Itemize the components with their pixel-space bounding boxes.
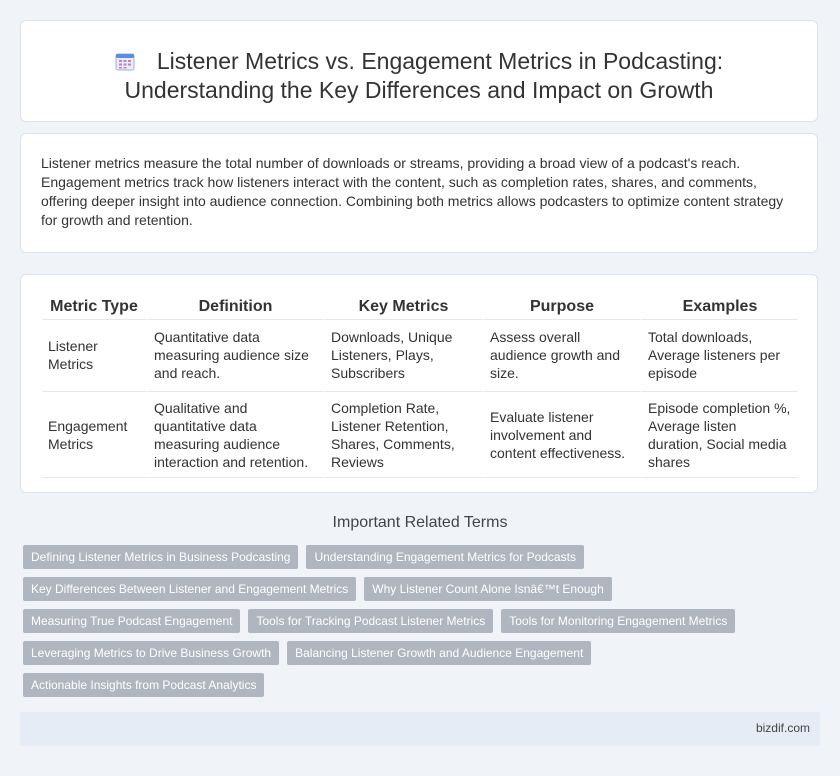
table-cell: Assess overall audience growth and size.	[482, 320, 640, 392]
related-term-tag[interactable]: Actionable Insights from Podcast Analyti…	[23, 673, 265, 697]
table-cell: Engagement Metrics	[42, 392, 146, 478]
related-term-tag[interactable]: Key Differences Between Listener and Eng…	[23, 577, 357, 601]
table-cell: Downloads, Unique Listeners, Plays, Subs…	[323, 320, 482, 392]
related-term-tag[interactable]: Why Listener Count Alone Isnâ€™t Enough	[364, 577, 612, 601]
table-cell: Qualitative and quantitative data measur…	[146, 392, 323, 478]
table-cell: Evaluate listener involvement and conten…	[482, 392, 640, 478]
table-cell: Episode completion %, Average listen dur…	[640, 392, 798, 478]
summary-card: Listener metrics measure the total numbe…	[20, 133, 818, 253]
table-cell: Listener Metrics	[42, 320, 146, 392]
page-title: Listener Metrics vs. Engagement Metrics …	[21, 21, 817, 105]
table-cell: Completion Rate, Listener Retention, Sha…	[323, 392, 482, 478]
related-term-tag[interactable]: Leveraging Metrics to Drive Business Gro…	[23, 641, 280, 665]
related-term-tag[interactable]: Defining Listener Metrics in Business Po…	[23, 545, 299, 569]
header-examples: Examples	[640, 294, 798, 320]
related-terms-list: Defining Listener Metrics in Business Po…	[23, 545, 803, 697]
title-card: Listener Metrics vs. Engagement Metrics …	[20, 20, 818, 122]
header-key-metrics: Key Metrics	[323, 294, 482, 320]
header-definition: Definition	[146, 294, 323, 320]
related-term-tag[interactable]: Tools for Tracking Podcast Listener Metr…	[248, 609, 494, 633]
title-line-2: Understanding the Key Differences and Im…	[124, 77, 714, 103]
title-line-1: Listener Metrics vs. Engagement Metrics …	[156, 48, 724, 74]
table-cell: Total downloads, Average listeners per e…	[640, 320, 798, 392]
table-row: Engagement Metrics Qualitative and quant…	[42, 392, 798, 478]
footer-site-name[interactable]: bizdif.com	[756, 721, 810, 735]
related-term-tag[interactable]: Understanding Engagement Metrics for Pod…	[306, 545, 584, 569]
related-term-tag[interactable]: Tools for Monitoring Engagement Metrics	[501, 609, 736, 633]
table-cell: Quantitative data measuring audience siz…	[146, 320, 323, 392]
summary-text: Listener metrics measure the total numbe…	[41, 155, 784, 228]
table-header-row: Metric Type Definition Key Metrics Purpo…	[42, 294, 798, 320]
comparison-table: Metric Type Definition Key Metrics Purpo…	[42, 294, 798, 478]
comparison-table-card: Metric Type Definition Key Metrics Purpo…	[20, 274, 818, 493]
related-term-tag[interactable]: Balancing Listener Growth and Audience E…	[287, 641, 592, 665]
header-metric-type: Metric Type	[42, 294, 146, 320]
related-term-tag[interactable]: Measuring True Podcast Engagement	[23, 609, 241, 633]
table-row: Listener Metrics Quantitative data measu…	[42, 320, 798, 392]
footer: bizdif.com	[20, 712, 820, 746]
calendar-icon	[115, 49, 135, 71]
related-terms-heading: Important Related Terms	[332, 514, 508, 531]
header-purpose: Purpose	[482, 294, 640, 320]
